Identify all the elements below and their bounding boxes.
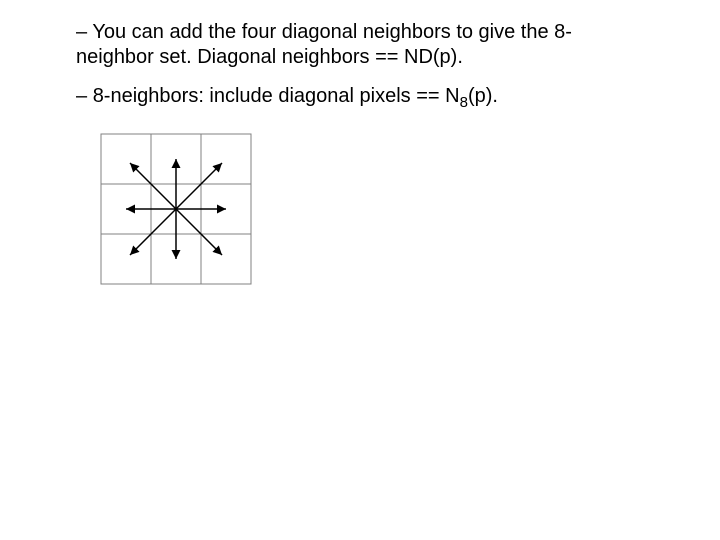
bullet-2-subscript: 8: [460, 94, 468, 111]
bullet-1-text: You can add the four diagonal neighbors …: [76, 21, 572, 68]
slide: – You can add the four diagonal neighbor…: [0, 0, 720, 540]
eight-neighbor-grid-icon: [96, 129, 256, 289]
bullet-1-dash: –: [76, 21, 92, 43]
bullet-2: – 8-neighbors: include diagonal pixels =…: [76, 84, 640, 109]
bullet-2-text-after: (p).: [468, 85, 498, 107]
bullet-1: – You can add the four diagonal neighbor…: [76, 20, 640, 70]
bullet-2-dash: –: [76, 85, 93, 107]
neighbor-diagram: [96, 129, 640, 295]
bullet-2-text-before: 8-neighbors: include diagonal pixels == …: [93, 85, 460, 107]
